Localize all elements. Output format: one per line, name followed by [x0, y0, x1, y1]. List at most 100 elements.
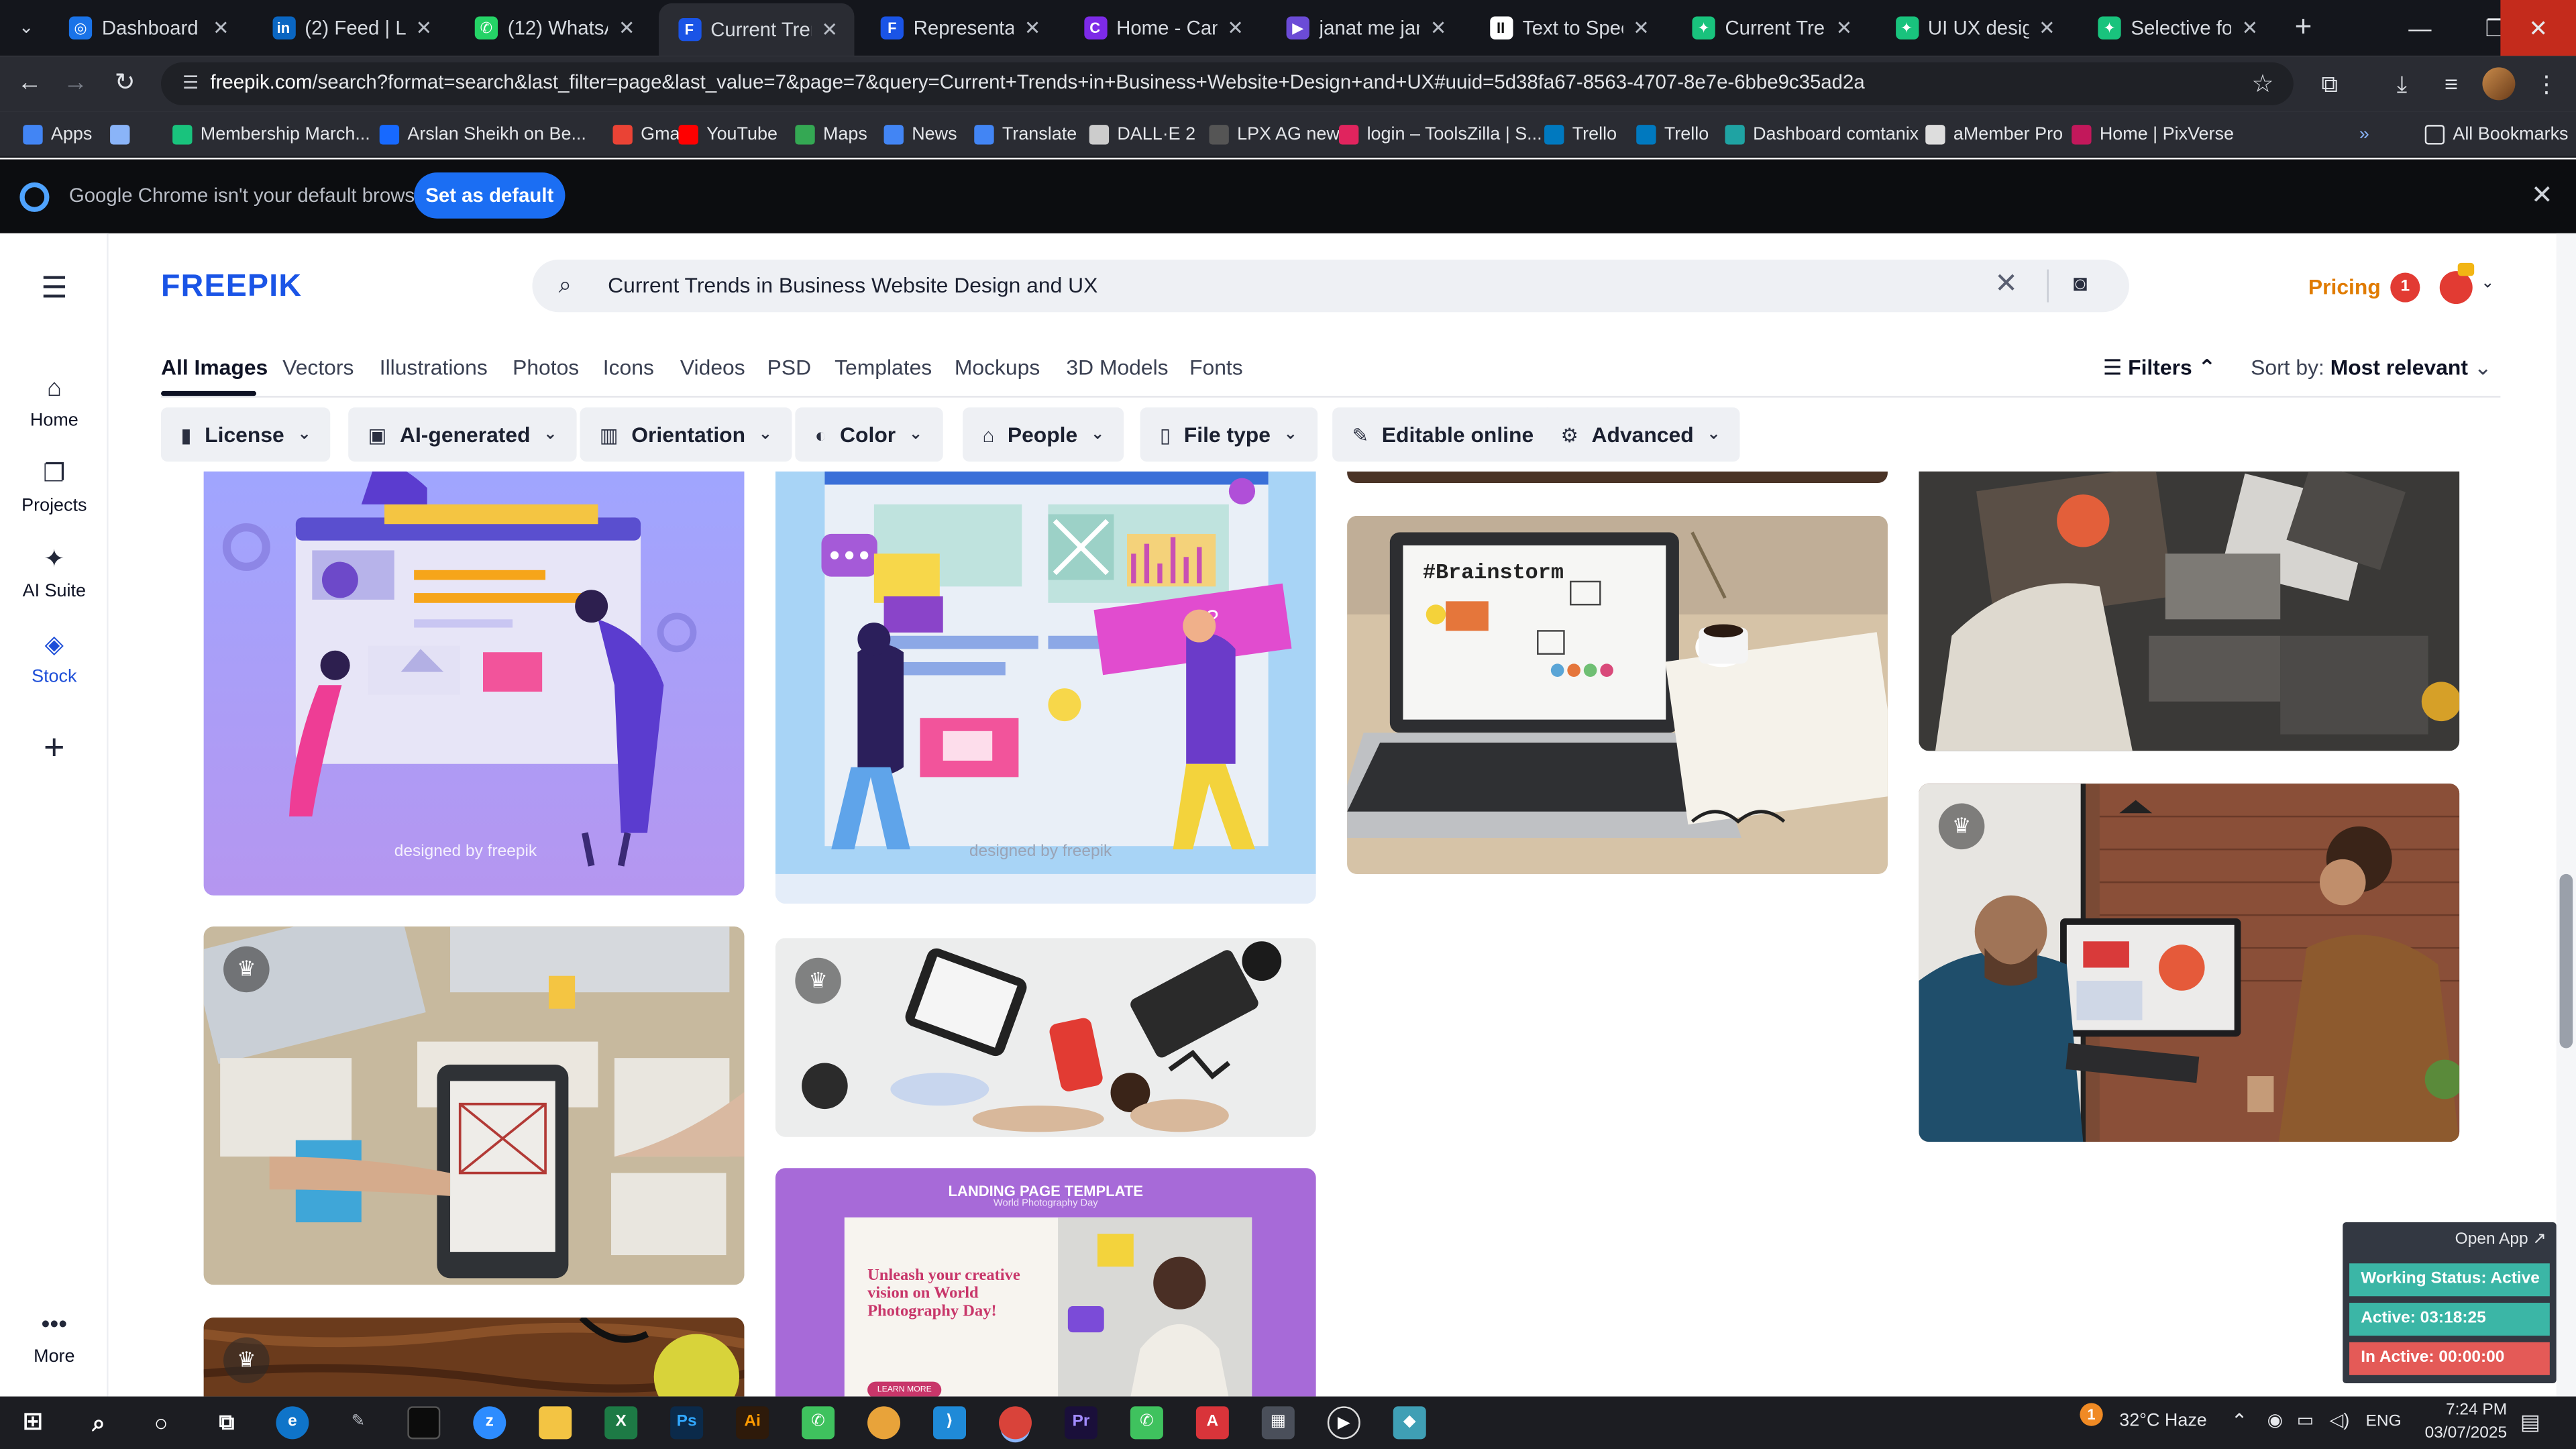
task-view-icon[interactable]: ⧉ [210, 1406, 243, 1439]
tab-close-icon[interactable]: ✕ [213, 16, 229, 39]
file-explorer-icon[interactable] [539, 1406, 572, 1440]
chrome-icon-taskbar[interactable] [867, 1406, 901, 1440]
bookmark-item[interactable] [110, 120, 130, 150]
filter-chip-ai-generated[interactable]: ▣ AI-generated ⌄ [348, 407, 578, 462]
page-scrollbar-track[interactable] [2556, 233, 2576, 1397]
tab-close-icon[interactable]: ✕ [1430, 16, 1447, 39]
rail-item-ai-suite[interactable]: ✦ AI Suite [0, 545, 109, 601]
result-card-photo-office-design-team[interactable] [1919, 471, 2460, 751]
tab-close-icon[interactable]: ✕ [821, 18, 838, 41]
browser-tab[interactable]: ◎ Dashboard ✕ [49, 0, 246, 56]
tab-3d-models[interactable]: 3D Models [1066, 355, 1168, 380]
bookmark-item[interactable]: DALL·E 2 [1089, 120, 1195, 150]
set-as-default-button[interactable]: Set as default [414, 172, 566, 219]
freepik-logo[interactable]: FREEPIK [161, 270, 302, 306]
bookmark-item[interactable]: Dashboard comtanix [1725, 120, 1919, 150]
infobar-close-icon[interactable]: ✕ [2531, 179, 2553, 212]
cortana-circle-icon[interactable]: ○ [145, 1406, 178, 1439]
tab-close-icon[interactable]: ✕ [1024, 16, 1041, 39]
media-control-icon[interactable]: ≡ [2434, 69, 2467, 102]
tab-close-icon[interactable]: ✕ [2039, 16, 2055, 39]
vscode-icon[interactable]: ⟩ [933, 1406, 967, 1440]
browser-tab[interactable]: C Home - Canva ✕ [1064, 0, 1260, 56]
result-card-photo-colleagues-monitor[interactable]: ♛ [1919, 784, 2460, 1142]
tray-time[interactable]: 7:24 PM [2428, 1401, 2507, 1419]
bookmark-star-icon[interactable]: ☆ [2251, 69, 2273, 99]
all-bookmarks[interactable]: All Bookmarks [2424, 120, 2569, 150]
bookmark-item[interactable]: Translate [974, 120, 1077, 150]
bookmark-item[interactable]: Trello [1544, 120, 1617, 150]
hamburger-menu-icon[interactable]: ☰ [0, 273, 109, 309]
tab-psd[interactable]: PSD [767, 355, 811, 380]
sort-by-dropdown[interactable]: Sort by: Most relevant ⌄ [2251, 355, 2491, 381]
minimize-icon[interactable]: — [2382, 0, 2458, 56]
freepik-search-bar[interactable]: ⌕ Current Trends in Business Website Des… [532, 259, 2129, 313]
rail-more[interactable]: ••• More [0, 1311, 109, 1366]
site-info-icon[interactable]: ☰ [177, 70, 203, 97]
browser-tab[interactable]: in (2) Feed | Linke ✕ [252, 0, 449, 56]
result-card-illustration-website-team[interactable]: designed by freepik [203, 471, 745, 896]
tab-close-icon[interactable]: ✕ [1227, 16, 1244, 39]
download-icon[interactable]: ⤓ [2385, 69, 2418, 102]
result-card-photo-desk-top-view[interactable]: ♛ [775, 938, 1316, 1137]
pen-icon[interactable]: ✎ [341, 1406, 374, 1439]
camera-search-icon[interactable]: ◙ [2074, 270, 2088, 296]
excel-icon[interactable]: X [604, 1406, 638, 1440]
bookmark-item[interactable]: Gmail [612, 120, 688, 150]
result-card-landing-page-template[interactable]: LANDING PAGE TEMPLATE World Photography … [775, 1168, 1316, 1397]
profile-avatar-icon[interactable] [2482, 67, 2516, 101]
tab-close-icon[interactable]: ✕ [1633, 16, 1650, 39]
terminal-icon[interactable] [407, 1406, 441, 1440]
tray-location-icon[interactable]: ◉ [2267, 1409, 2284, 1431]
extension-icon[interactable]: ⧉ [2313, 69, 2346, 102]
tray-date[interactable]: 03/07/2025 [2412, 1424, 2508, 1442]
bookmark-item[interactable]: Trello [1636, 120, 1709, 150]
tab-close-icon[interactable]: ✕ [415, 16, 432, 39]
weather-text[interactable]: 32°C Haze [2119, 1411, 2207, 1431]
bookmark-item[interactable]: aMember Pro [1925, 120, 2063, 150]
tab-vectors[interactable]: Vectors [282, 355, 354, 380]
back-arrow-icon[interactable]: ← [13, 67, 46, 100]
page-scrollbar-thumb[interactable] [2559, 873, 2573, 1049]
tab-icons[interactable]: Icons [603, 355, 654, 380]
green-app-icon[interactable]: ✆ [802, 1406, 835, 1440]
result-card-photo-wireframe-sketching[interactable]: ♛ [203, 926, 745, 1285]
bookmark-item[interactable]: login – ToolsZilla | S... [1338, 120, 1542, 150]
tab-close-icon[interactable]: ✕ [1836, 16, 1853, 39]
result-card-photo-top-sliver[interactable] [1347, 471, 1888, 484]
rail-item-home[interactable]: ⌂ Home [0, 374, 109, 430]
account-chevron-down-icon[interactable]: ⌄ [2481, 274, 2495, 292]
filter-chip-editable-online[interactable]: ✎ Editable online [1332, 407, 1554, 462]
rail-item-projects[interactable]: ❐ Projects [0, 460, 109, 516]
tab-mockups[interactable]: Mockups [955, 355, 1040, 380]
tab-photos[interactable]: Photos [513, 355, 579, 380]
notification-center-icon[interactable]: ▤ [2520, 1409, 2540, 1436]
close-window-icon[interactable]: ✕ [2500, 0, 2576, 56]
pricing-link[interactable]: Pricing [2308, 274, 2381, 299]
omnibox[interactable]: ☰ freepik.com/search?format=search&last_… [161, 62, 2294, 105]
new-tab-plus-icon[interactable]: + [2287, 10, 2320, 43]
filter-chip-license[interactable]: ▮ License ⌄ [161, 407, 331, 462]
filter-chip-color[interactable]: ◐ Color ⌄ [795, 407, 943, 462]
bookmark-item[interactable]: Membership March... [172, 120, 370, 150]
filter-chip-people[interactable]: ⌂ People ⌄ [963, 407, 1124, 462]
browser-tab[interactable]: ✦ Current Trends ✕ [1672, 0, 1869, 56]
browser-tab[interactable]: ▶ janat me jana ✕ [1267, 0, 1463, 56]
chrome-menu-icon[interactable]: ⋮ [2530, 69, 2563, 102]
clear-search-icon[interactable]: ✕ [1994, 268, 2018, 301]
browser-tab[interactable]: II Text to Speech ✕ [1470, 0, 1666, 56]
tab-close-icon[interactable]: ✕ [2242, 16, 2259, 39]
tray-network-icon[interactable]: ▭ [2297, 1409, 2314, 1431]
bookmark-item[interactable]: News [883, 120, 957, 150]
filter-chip-advanced[interactable]: ⚙ Advanced ⌄ [1541, 407, 1741, 462]
premiere-icon[interactable]: Pr [1064, 1406, 1097, 1440]
tab-videos[interactable]: Videos [680, 355, 745, 380]
bookmark-item[interactable]: Home | PixVerse [2072, 120, 2234, 150]
bookmark-item[interactable]: Arslan Sheikh on Be... [379, 120, 586, 150]
result-card-photo-wooden-desk[interactable]: ♛ [203, 1318, 745, 1397]
windows-start-icon[interactable]: ⊞ [16, 1406, 49, 1439]
tab-close-icon[interactable]: ✕ [619, 16, 635, 39]
illustrator-icon[interactable]: Ai [736, 1406, 769, 1440]
browser-tab[interactable]: ✦ Selective focus ✕ [2078, 0, 2275, 56]
browser-tab[interactable]: F Representation ✕ [861, 0, 1057, 56]
